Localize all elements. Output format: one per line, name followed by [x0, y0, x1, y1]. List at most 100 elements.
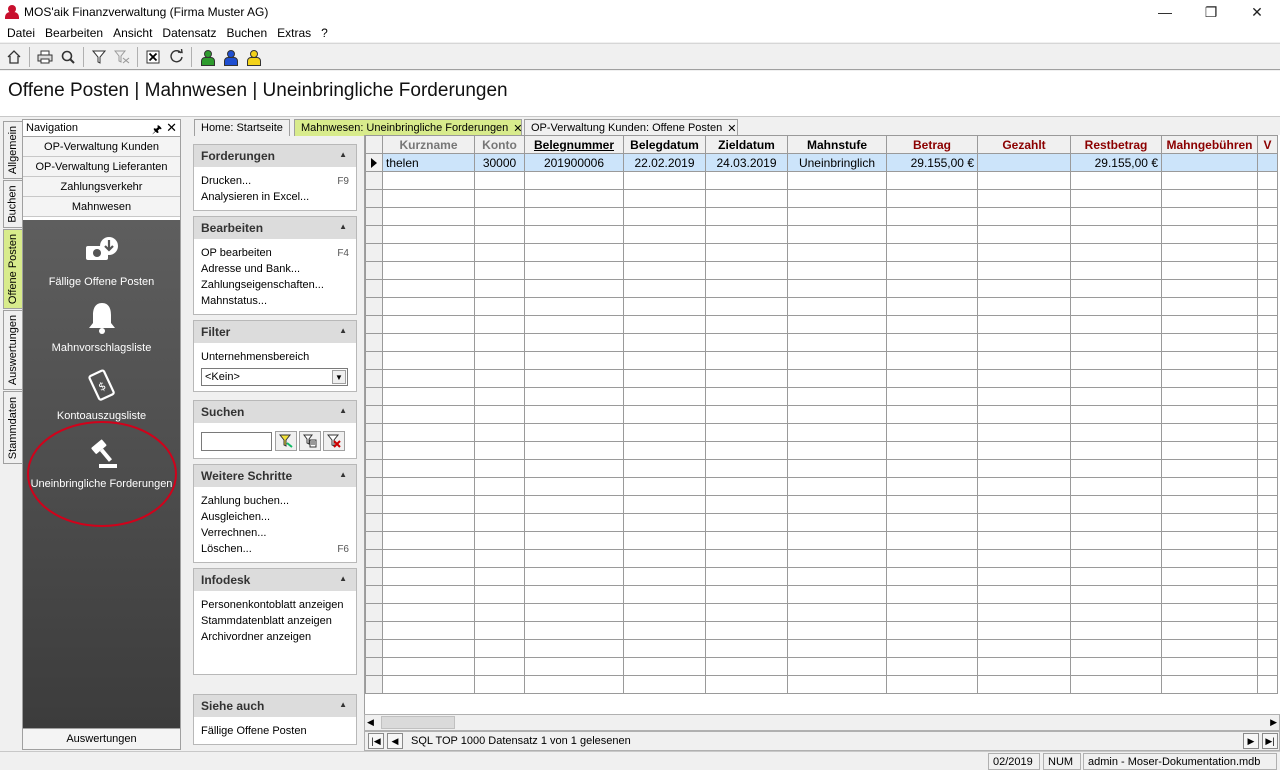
tile-faellige-offene-posten[interactable]: Fällige Offene Posten	[23, 234, 180, 288]
table-cell[interactable]	[1161, 459, 1258, 478]
table-cell[interactable]	[524, 495, 624, 514]
table-cell[interactable]	[1257, 675, 1278, 694]
table-cell[interactable]	[705, 369, 788, 388]
table-cell[interactable]	[382, 207, 475, 226]
table-cell[interactable]	[886, 225, 978, 244]
table-cell[interactable]	[524, 567, 624, 586]
table-row[interactable]	[365, 621, 1278, 640]
table-cell[interactable]	[1070, 405, 1162, 424]
close-window-button[interactable]: ✕	[1234, 0, 1280, 24]
scroll-right-icon[interactable]: ▶	[1270, 717, 1277, 728]
table-cell[interactable]	[705, 297, 788, 316]
search-filter-icon[interactable]	[275, 431, 297, 451]
table-cell[interactable]	[474, 333, 525, 352]
table-cell[interactable]	[524, 243, 624, 262]
tab-uneinbringliche-forderungen[interactable]: Mahnwesen: Uneinbringliche Forderungen ✕	[294, 119, 523, 136]
table-cell[interactable]	[1257, 441, 1278, 460]
table-cell[interactable]	[705, 171, 788, 190]
table-cell[interactable]	[1070, 567, 1162, 586]
table-cell[interactable]	[1257, 315, 1278, 334]
table-cell[interactable]	[977, 351, 1071, 370]
table-row[interactable]	[365, 459, 1278, 478]
table-cell[interactable]	[1161, 621, 1258, 640]
row-selector[interactable]	[365, 189, 383, 208]
scroll-thumb[interactable]	[381, 716, 455, 729]
table-cell[interactable]	[1257, 531, 1278, 550]
table-cell[interactable]	[524, 387, 624, 406]
table-cell[interactable]	[1257, 567, 1278, 586]
table-row[interactable]	[365, 351, 1278, 370]
search-list-icon[interactable]	[299, 431, 321, 451]
table-row[interactable]	[365, 441, 1278, 460]
collapse-icon[interactable]: ▲	[339, 470, 347, 479]
table-row[interactable]	[365, 207, 1278, 226]
table-cell[interactable]	[524, 261, 624, 280]
task-ausgleichen[interactable]: Ausgleichen...	[201, 509, 349, 525]
table-cell[interactable]	[382, 603, 475, 622]
table-cell[interactable]	[623, 549, 706, 568]
table-cell[interactable]	[977, 261, 1071, 280]
table-cell[interactable]	[1161, 513, 1258, 532]
table-cell[interactable]	[382, 333, 475, 352]
close-icon[interactable]: ✕	[166, 120, 177, 136]
row-selector[interactable]	[365, 585, 383, 604]
table-row[interactable]	[365, 279, 1278, 298]
table-cell[interactable]	[705, 657, 788, 676]
search-input[interactable]	[201, 431, 272, 451]
user-yellow-icon[interactable]	[243, 47, 263, 67]
table-cell[interactable]	[524, 189, 624, 208]
table-cell[interactable]	[474, 315, 525, 334]
unternehmensbereich-select[interactable]: <Kein> ▼	[201, 368, 348, 386]
collapse-icon[interactable]: ▲	[339, 700, 347, 709]
table-cell[interactable]	[705, 549, 788, 568]
table-cell[interactable]	[474, 621, 525, 640]
table-cell[interactable]	[1161, 207, 1258, 226]
table-cell[interactable]	[382, 369, 475, 388]
table-cell[interactable]	[474, 261, 525, 280]
table-cell[interactable]	[886, 585, 978, 604]
table-cell[interactable]	[382, 585, 475, 604]
row-selector[interactable]	[365, 261, 383, 280]
row-selector[interactable]	[365, 423, 383, 442]
table-cell[interactable]	[977, 531, 1071, 550]
table-cell[interactable]	[787, 621, 887, 640]
table-cell[interactable]	[474, 657, 525, 676]
row-selector[interactable]	[365, 603, 383, 622]
table-cell[interactable]	[787, 351, 887, 370]
table-cell[interactable]	[524, 477, 624, 496]
table-cell[interactable]	[705, 279, 788, 298]
table-cell[interactable]	[623, 189, 706, 208]
table-cell[interactable]	[382, 225, 475, 244]
table-cell[interactable]	[977, 315, 1071, 334]
table-cell[interactable]	[382, 423, 475, 442]
filter-icon[interactable]	[89, 47, 109, 67]
table-cell[interactable]	[705, 333, 788, 352]
table-cell[interactable]	[623, 207, 706, 226]
table-cell[interactable]	[524, 459, 624, 478]
table-cell[interactable]	[787, 243, 887, 262]
table-cell[interactable]	[787, 477, 887, 496]
collapse-icon[interactable]: ▲	[339, 222, 347, 231]
vtab-auswertungen[interactable]: Auswertungen	[3, 310, 22, 390]
table-cell[interactable]	[382, 513, 475, 532]
filter-clear-icon[interactable]	[112, 47, 132, 67]
table-cell[interactable]	[1070, 639, 1162, 658]
row-selector[interactable]	[365, 315, 383, 334]
column-header[interactable]: Restbetrag	[1070, 135, 1162, 154]
next-record-icon[interactable]: ▶	[1243, 733, 1259, 749]
table-cell[interactable]	[1257, 477, 1278, 496]
table-cell[interactable]	[382, 639, 475, 658]
refresh-icon[interactable]	[166, 47, 186, 67]
task-archivordner[interactable]: Archivordner anzeigen	[201, 629, 349, 645]
table-cell[interactable]	[1070, 675, 1162, 694]
table-cell[interactable]	[1070, 495, 1162, 514]
table-cell[interactable]	[886, 441, 978, 460]
table-cell[interactable]	[1161, 675, 1258, 694]
tab-home-startseite[interactable]: Home: Startseite	[194, 119, 290, 136]
table-cell[interactable]	[977, 549, 1071, 568]
table-cell[interactable]	[886, 477, 978, 496]
table-cell[interactable]	[1257, 225, 1278, 244]
table-cell[interactable]	[1070, 189, 1162, 208]
row-selector[interactable]	[365, 297, 383, 316]
table-row[interactable]	[365, 405, 1278, 424]
